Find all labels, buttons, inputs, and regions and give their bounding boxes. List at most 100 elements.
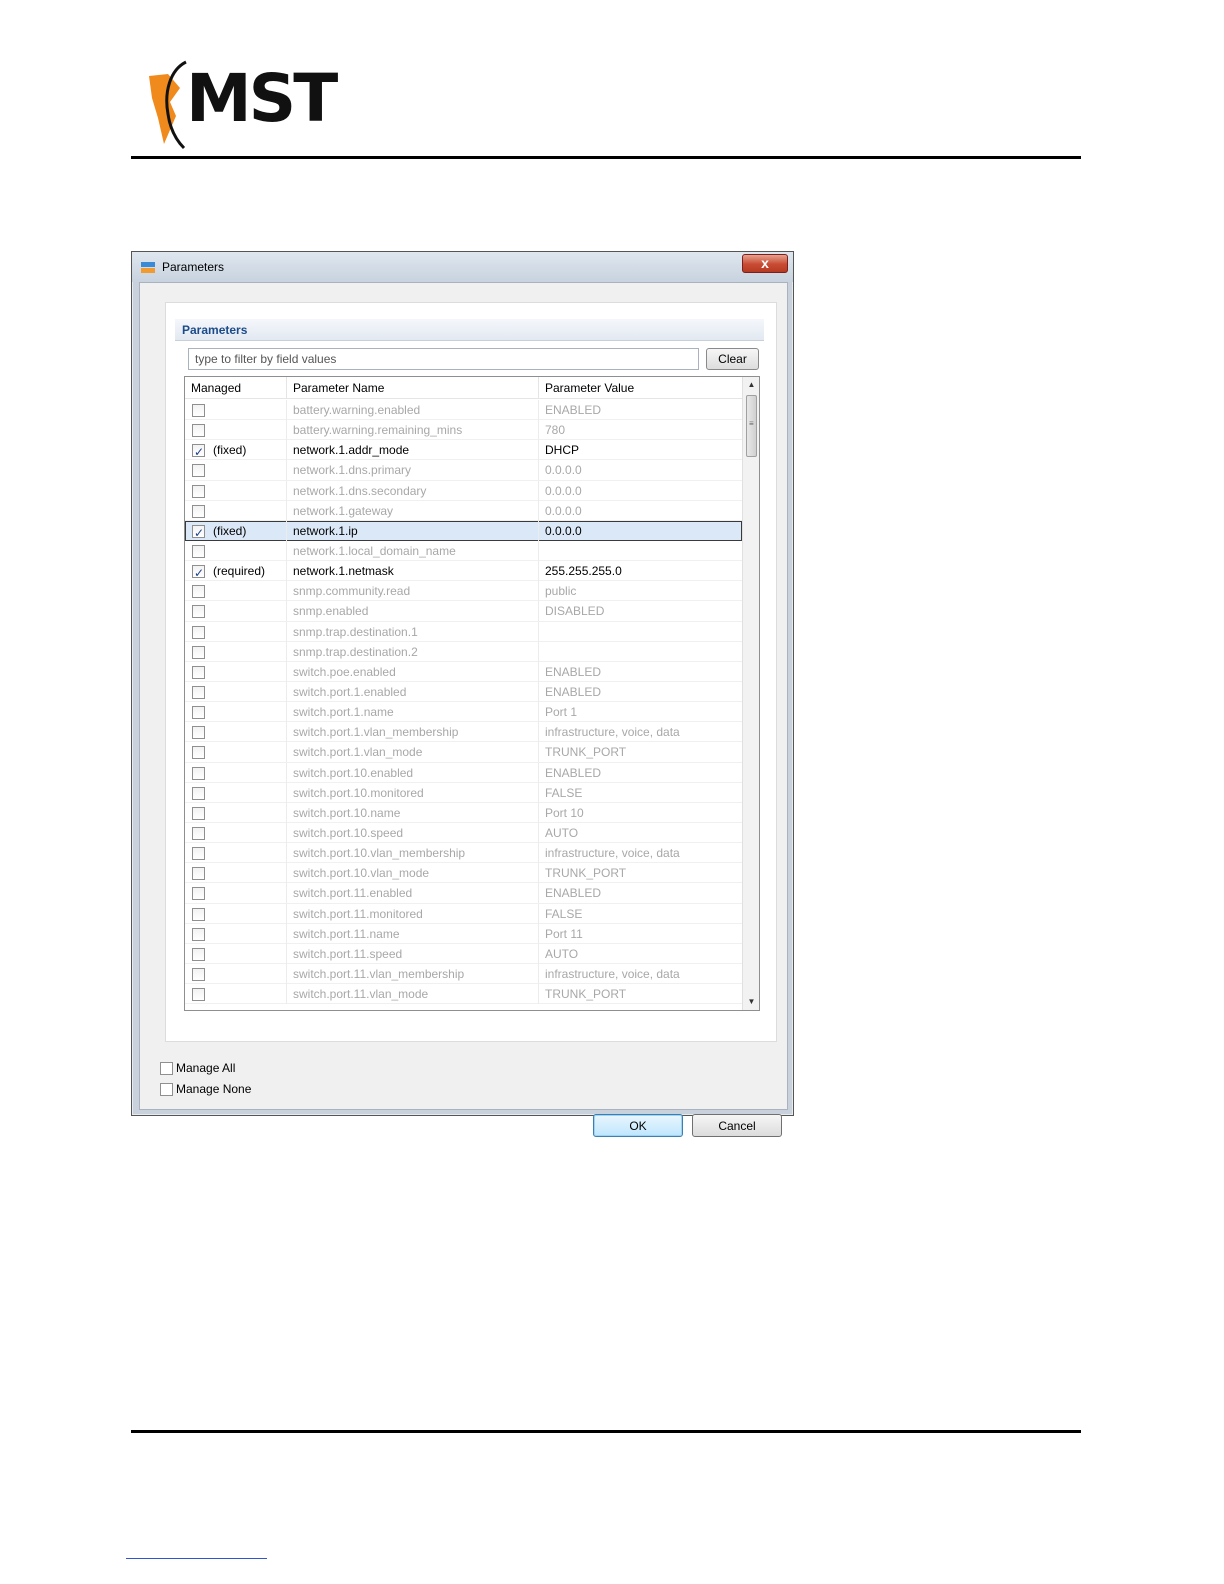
table-row[interactable]: switch.port.1.vlan_mode TRUNK_PORT <box>185 742 742 763</box>
parameter-name-cell[interactable]: network.1.netmask <box>287 561 539 582</box>
parameter-name-cell[interactable]: switch.port.10.name <box>287 802 539 823</box>
parameter-name-cell[interactable]: snmp.trap.destination.2 <box>287 641 539 662</box>
parameter-name-cell[interactable]: battery.warning.remaining_mins <box>287 420 539 441</box>
parameter-value-cell[interactable]: ENABLED <box>539 763 742 783</box>
table-row[interactable]: battery.warning.remaining_mins 780 <box>185 420 742 441</box>
parameter-name-cell[interactable]: switch.port.11.enabled <box>287 883 539 904</box>
table-row[interactable]: network.1.local_domain_name <box>185 540 742 562</box>
managed-checkbox[interactable] <box>192 625 205 639</box>
parameter-name-cell[interactable]: network.1.local_domain_name <box>287 540 539 561</box>
table-row[interactable]: switch.port.1.enabled ENABLED <box>185 681 742 703</box>
parameter-value-cell[interactable] <box>539 541 742 561</box>
parameter-name-cell[interactable]: switch.port.10.monitored <box>287 782 539 803</box>
managed-checkbox[interactable] <box>192 988 205 1002</box>
parameter-name-cell[interactable]: switch.port.1.vlan_membership <box>287 722 539 743</box>
parameter-value-cell[interactable] <box>539 622 742 642</box>
parameter-value-cell[interactable]: 0.0.0.0 <box>539 521 742 541</box>
managed-checkbox[interactable] <box>192 605 205 619</box>
column-header-parameter-value[interactable]: Parameter Value <box>539 377 742 399</box>
parameter-name-cell[interactable]: switch.port.11.vlan_membership <box>287 963 539 984</box>
table-row[interactable]: snmp.community.read public <box>185 581 742 602</box>
parameter-value-cell[interactable]: 0.0.0.0 <box>539 501 742 521</box>
managed-checkbox[interactable] <box>192 585 205 599</box>
parameter-name-cell[interactable]: switch.port.1.vlan_mode <box>287 742 539 763</box>
parameter-value-cell[interactable]: Port 1 <box>539 702 742 722</box>
parameter-name-cell[interactable]: switch.port.10.enabled <box>287 762 539 783</box>
parameter-name-cell[interactable]: switch.port.11.speed <box>287 943 539 964</box>
table-row[interactable]: battery.warning.enabled ENABLED <box>185 400 742 421</box>
parameter-name-cell[interactable]: switch.port.10.speed <box>287 822 539 843</box>
managed-checkbox[interactable] <box>192 464 205 478</box>
manage-none-label[interactable]: Manage None <box>176 1082 251 1096</box>
title-bar[interactable]: Parameters x <box>132 252 793 282</box>
managed-checkbox[interactable] <box>192 847 205 861</box>
column-header-managed[interactable]: Managed <box>185 377 287 399</box>
parameter-value-cell[interactable]: infrastructure, voice, data <box>539 964 742 984</box>
table-row[interactable]: snmp.enabled DISABLED <box>185 601 742 622</box>
table-row[interactable]: switch.port.11.vlan_mode TRUNK_PORT <box>185 984 742 1005</box>
parameter-name-cell[interactable]: switch.poe.enabled <box>287 661 539 682</box>
parameter-name-cell[interactable]: battery.warning.enabled <box>287 400 539 420</box>
parameter-value-cell[interactable]: AUTO <box>539 823 742 843</box>
vertical-scrollbar[interactable]: ▲ ≡ ▼ <box>742 377 759 1010</box>
table-row[interactable]: switch.port.11.enabled ENABLED <box>185 883 742 904</box>
clear-button[interactable]: Clear <box>706 348 759 370</box>
managed-checkbox[interactable] <box>192 786 205 800</box>
parameter-value-cell[interactable]: Port 10 <box>539 803 742 823</box>
managed-checkbox[interactable] <box>192 726 205 740</box>
table-row[interactable]: switch.port.10.vlan_mode TRUNK_PORT <box>185 863 742 884</box>
managed-checkbox[interactable] <box>192 504 205 518</box>
table-row[interactable]: switch.port.10.monitored FALSE <box>185 782 742 803</box>
table-row[interactable]: (fixed) network.1.addr_modeDHCP <box>185 440 742 461</box>
scroll-up-arrow-icon[interactable]: ▲ <box>743 377 759 393</box>
parameter-name-cell[interactable]: snmp.community.read <box>287 581 539 602</box>
table-row[interactable]: switch.port.11.vlan_membership infrastruc… <box>185 963 742 985</box>
manage-all-label[interactable]: Manage All <box>176 1061 235 1075</box>
parameter-name-cell[interactable]: switch.port.10.vlan_mode <box>287 863 539 884</box>
parameter-value-cell[interactable]: 255.255.255.0 <box>539 561 742 581</box>
parameter-value-cell[interactable]: ENABLED <box>539 662 742 682</box>
table-row[interactable]: switch.port.11.name Port 11 <box>185 923 742 944</box>
managed-checkbox[interactable] <box>192 665 205 679</box>
table-row[interactable]: (fixed) network.1.ip0.0.0.0 <box>185 520 742 541</box>
scroll-down-arrow-icon[interactable]: ▼ <box>743 994 759 1010</box>
parameter-value-cell[interactable]: ENABLED <box>539 682 742 702</box>
managed-checkbox[interactable] <box>192 523 205 541</box>
managed-checkbox[interactable] <box>192 484 205 498</box>
manage-none-checkbox[interactable] <box>160 1083 173 1096</box>
table-row[interactable]: switch.port.1.vlan_membership infrastruct… <box>185 722 742 743</box>
managed-checkbox[interactable] <box>192 706 205 720</box>
managed-checkbox[interactable] <box>192 967 205 981</box>
table-row[interactable]: switch.port.10.speed AUTO <box>185 822 742 844</box>
parameter-name-cell[interactable]: network.1.dns.secondary <box>287 480 539 501</box>
managed-checkbox[interactable] <box>192 947 205 961</box>
table-row[interactable]: switch.poe.enabled ENABLED <box>185 661 742 682</box>
parameter-value-cell[interactable]: 0.0.0.0 <box>539 481 742 501</box>
column-header-parameter-name[interactable]: Parameter Name <box>287 377 539 399</box>
parameter-value-cell[interactable] <box>539 642 742 662</box>
table-row[interactable]: switch.port.11.monitored FALSE <box>185 903 742 924</box>
table-row[interactable]: snmp.trap.destination.1 <box>185 621 742 642</box>
parameter-value-cell[interactable]: infrastructure, voice, data <box>539 843 742 863</box>
table-row[interactable]: network.1.dns.primary 0.0.0.0 <box>185 460 742 481</box>
parameter-value-cell[interactable]: TRUNK_PORT <box>539 984 742 1004</box>
managed-checkbox[interactable] <box>192 685 205 699</box>
parameter-name-cell[interactable]: switch.port.11.monitored <box>287 903 539 924</box>
managed-checkbox[interactable] <box>192 826 205 840</box>
parameter-value-cell[interactable]: public <box>539 581 742 601</box>
close-button[interactable]: x <box>742 254 788 273</box>
table-row[interactable]: switch.port.10.enabled ENABLED <box>185 762 742 783</box>
table-row[interactable]: snmp.trap.destination.2 <box>185 641 742 662</box>
managed-checkbox[interactable] <box>192 887 205 901</box>
table-row[interactable]: network.1.gateway 0.0.0.0 <box>185 500 742 521</box>
parameter-name-cell[interactable]: snmp.trap.destination.1 <box>287 621 539 642</box>
managed-checkbox[interactable] <box>192 544 205 558</box>
parameter-name-cell[interactable]: switch.port.1.name <box>287 702 539 723</box>
managed-checkbox[interactable] <box>192 563 205 581</box>
table-row[interactable]: switch.port.1.name Port 1 <box>185 702 742 723</box>
parameter-value-cell[interactable]: DISABLED <box>539 601 742 621</box>
parameter-name-cell[interactable]: network.1.addr_mode <box>287 440 539 461</box>
managed-checkbox[interactable] <box>192 766 205 780</box>
table-row[interactable]: network.1.dns.secondary 0.0.0.0 <box>185 480 742 501</box>
managed-checkbox[interactable] <box>192 927 205 941</box>
